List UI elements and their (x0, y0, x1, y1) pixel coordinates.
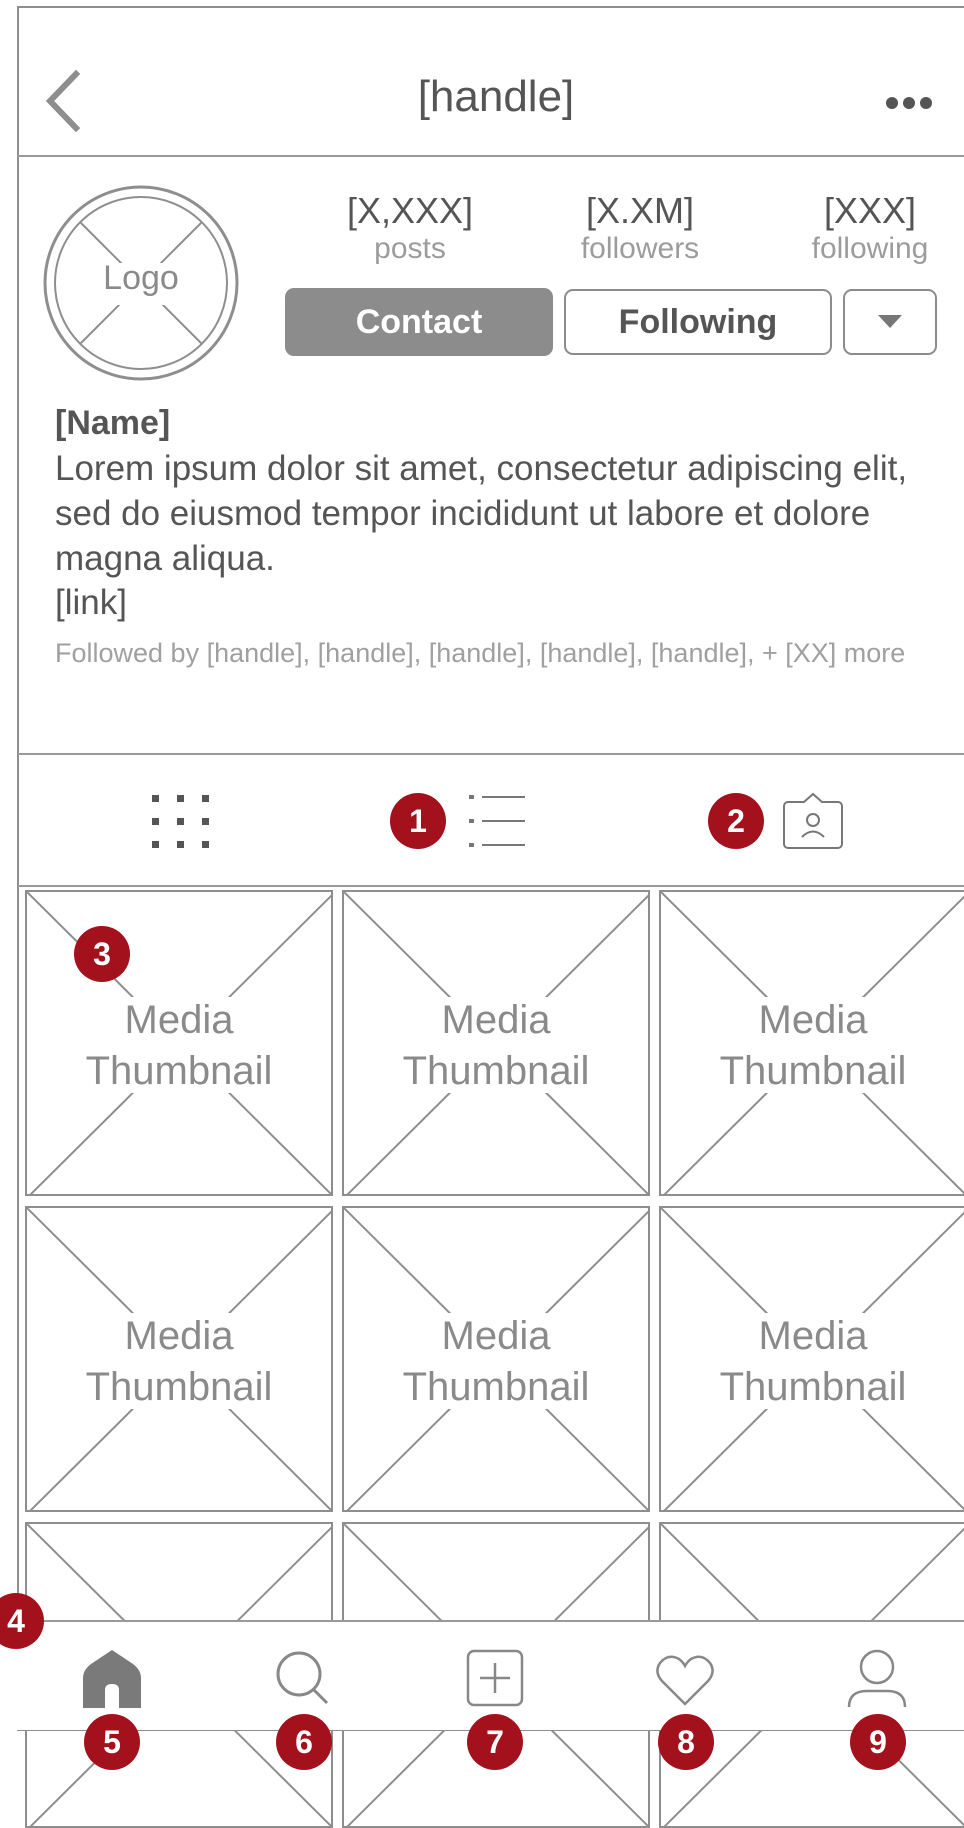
grid-icon (152, 795, 209, 848)
following-button[interactable]: Following (564, 289, 832, 355)
annotation-badge-2: 2 (708, 793, 764, 849)
tagged-person-icon (783, 792, 843, 849)
more-dots-icon (886, 97, 932, 109)
list-icon (469, 795, 525, 847)
nav-activity-button[interactable] (655, 1654, 715, 1706)
stat-posts[interactable]: [X,XXX] posts (330, 190, 490, 266)
media-thumbnail[interactable]: Media Thumbnail (342, 890, 650, 1196)
stat-posts-value: [X,XXX] (346, 190, 474, 231)
stat-followers-label: followers (580, 232, 700, 265)
profile-link[interactable]: [link] (55, 580, 127, 625)
annotation-badge-1: 1 (390, 793, 446, 849)
profile-logo: Logo (43, 185, 239, 381)
nav-home-button[interactable] (81, 1650, 143, 1708)
annotation-badge-8: 8 (658, 1714, 714, 1770)
thumbnail-label-line2: Thumbnail (85, 1365, 273, 1409)
grid-view-tab[interactable] (150, 793, 210, 851)
caret-down-icon (878, 315, 902, 328)
media-thumbnail[interactable]: Media Thumbnail (659, 1206, 964, 1512)
home-icon (83, 1650, 141, 1708)
tagged-tab[interactable] (782, 792, 844, 850)
thumbnail-label-line2: Thumbnail (402, 1365, 590, 1409)
search-icon (276, 1651, 329, 1705)
profile-name: [Name] (55, 404, 171, 442)
annotation-badge-7: 7 (467, 1714, 523, 1770)
thumbnail-label-line1: Media (758, 1314, 868, 1358)
dropdown-button[interactable] (843, 289, 937, 355)
nav-profile-button[interactable] (847, 1649, 907, 1711)
annotation-badge-5: 5 (84, 1714, 140, 1770)
media-thumbnail[interactable]: Media Thumbnail (25, 1206, 333, 1512)
profile-divider (17, 753, 964, 755)
logo-label: Logo (103, 259, 179, 297)
stat-following-label: following (811, 232, 929, 265)
list-view-tab[interactable] (468, 793, 526, 851)
thumbnail-label-line1: Media (441, 998, 551, 1042)
media-thumbnail[interactable]: Media Thumbnail (659, 890, 964, 1196)
thumbnail-label-line1: Media (124, 998, 234, 1042)
add-post-icon (466, 1649, 524, 1707)
thumbnail-label-line1: Media (441, 1314, 551, 1358)
thumbnail-label-line2: Thumbnail (402, 1049, 590, 1093)
nav-create-button[interactable] (466, 1649, 524, 1707)
contact-button[interactable]: Contact (285, 288, 553, 356)
thumbnail-label-line1: Media (124, 1314, 234, 1358)
annotation-badge-3: 3 (74, 926, 130, 982)
stat-following[interactable]: [XXX] following (790, 190, 950, 266)
more-options-button[interactable] (884, 90, 934, 116)
profile-bio: Lorem ipsum dolor sit amet, consectetur … (55, 449, 908, 578)
header-divider (17, 155, 964, 157)
followed-by-text[interactable]: Followed by [handle], [handle], [handle]… (55, 630, 935, 677)
annotation-badge-6: 6 (276, 1714, 332, 1770)
heart-icon (656, 1655, 714, 1706)
thumbnail-label-line1: Media (758, 998, 868, 1042)
thumbnail-label-line2: Thumbnail (85, 1049, 273, 1093)
thumbnail-label-line2: Thumbnail (719, 1049, 907, 1093)
stat-followers[interactable]: [X.XM] followers (560, 190, 720, 266)
nav-search-button[interactable] (275, 1650, 331, 1708)
media-thumbnail[interactable]: Media Thumbnail (342, 1206, 650, 1512)
stat-following-value: [XXX] (823, 190, 917, 231)
media-thumbnail[interactable]: Media Thumbnail (25, 890, 333, 1196)
user-icon (847, 1649, 907, 1708)
annotation-badge-9: 9 (850, 1714, 906, 1770)
page-title: [handle] (417, 72, 575, 121)
tabs-divider (17, 885, 964, 887)
stat-followers-value: [X.XM] (585, 190, 695, 231)
stat-posts-label: posts (374, 232, 446, 265)
thumbnail-label-line2: Thumbnail (719, 1365, 907, 1409)
